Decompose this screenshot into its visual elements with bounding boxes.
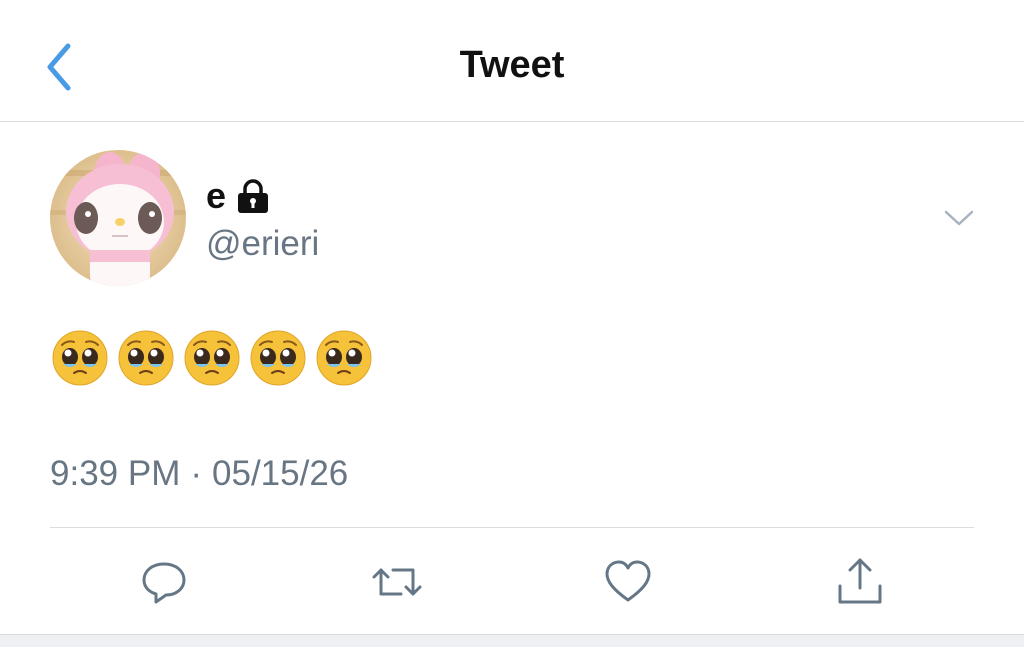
top-nav-bar: Tweet bbox=[0, 0, 1024, 122]
tweet-date: 05/15/26 bbox=[212, 454, 349, 493]
bottom-strip bbox=[0, 634, 1024, 647]
more-options-button[interactable] bbox=[942, 206, 976, 230]
timestamp-separator: · bbox=[190, 454, 203, 493]
pleading-face-emoji bbox=[250, 330, 306, 386]
retweet-icon bbox=[372, 568, 422, 596]
pleading-face-emoji bbox=[184, 330, 240, 386]
avatar[interactable] bbox=[50, 150, 186, 286]
pleading-face-emoji bbox=[52, 330, 108, 386]
pleading-face-emoji bbox=[316, 330, 372, 386]
share-button[interactable] bbox=[834, 556, 886, 608]
retweet-button[interactable] bbox=[371, 556, 423, 608]
tweet-time: 9:39 PM bbox=[50, 454, 181, 493]
tweet-text: 🥺🥺🥺🥺🥺 bbox=[52, 330, 372, 394]
author-handle[interactable]: @erieri bbox=[206, 224, 319, 264]
author-name-row[interactable]: e bbox=[206, 176, 270, 216]
like-button[interactable] bbox=[602, 556, 654, 608]
chevron-down-icon bbox=[944, 210, 974, 226]
share-icon bbox=[838, 558, 882, 604]
reply-button[interactable] bbox=[138, 556, 190, 608]
avatar-image bbox=[50, 150, 186, 286]
divider bbox=[50, 527, 974, 528]
lock-icon bbox=[238, 179, 269, 213]
pleading-face-emoji bbox=[118, 330, 174, 386]
tweet-timestamp: 9:39 PM · 05/15/26 bbox=[50, 452, 348, 496]
heart-icon bbox=[605, 560, 651, 602]
author-name: e bbox=[206, 175, 227, 216]
reply-icon bbox=[142, 562, 186, 604]
page-title: Tweet bbox=[459, 44, 565, 86]
tweet-actions-bar bbox=[0, 556, 1024, 612]
